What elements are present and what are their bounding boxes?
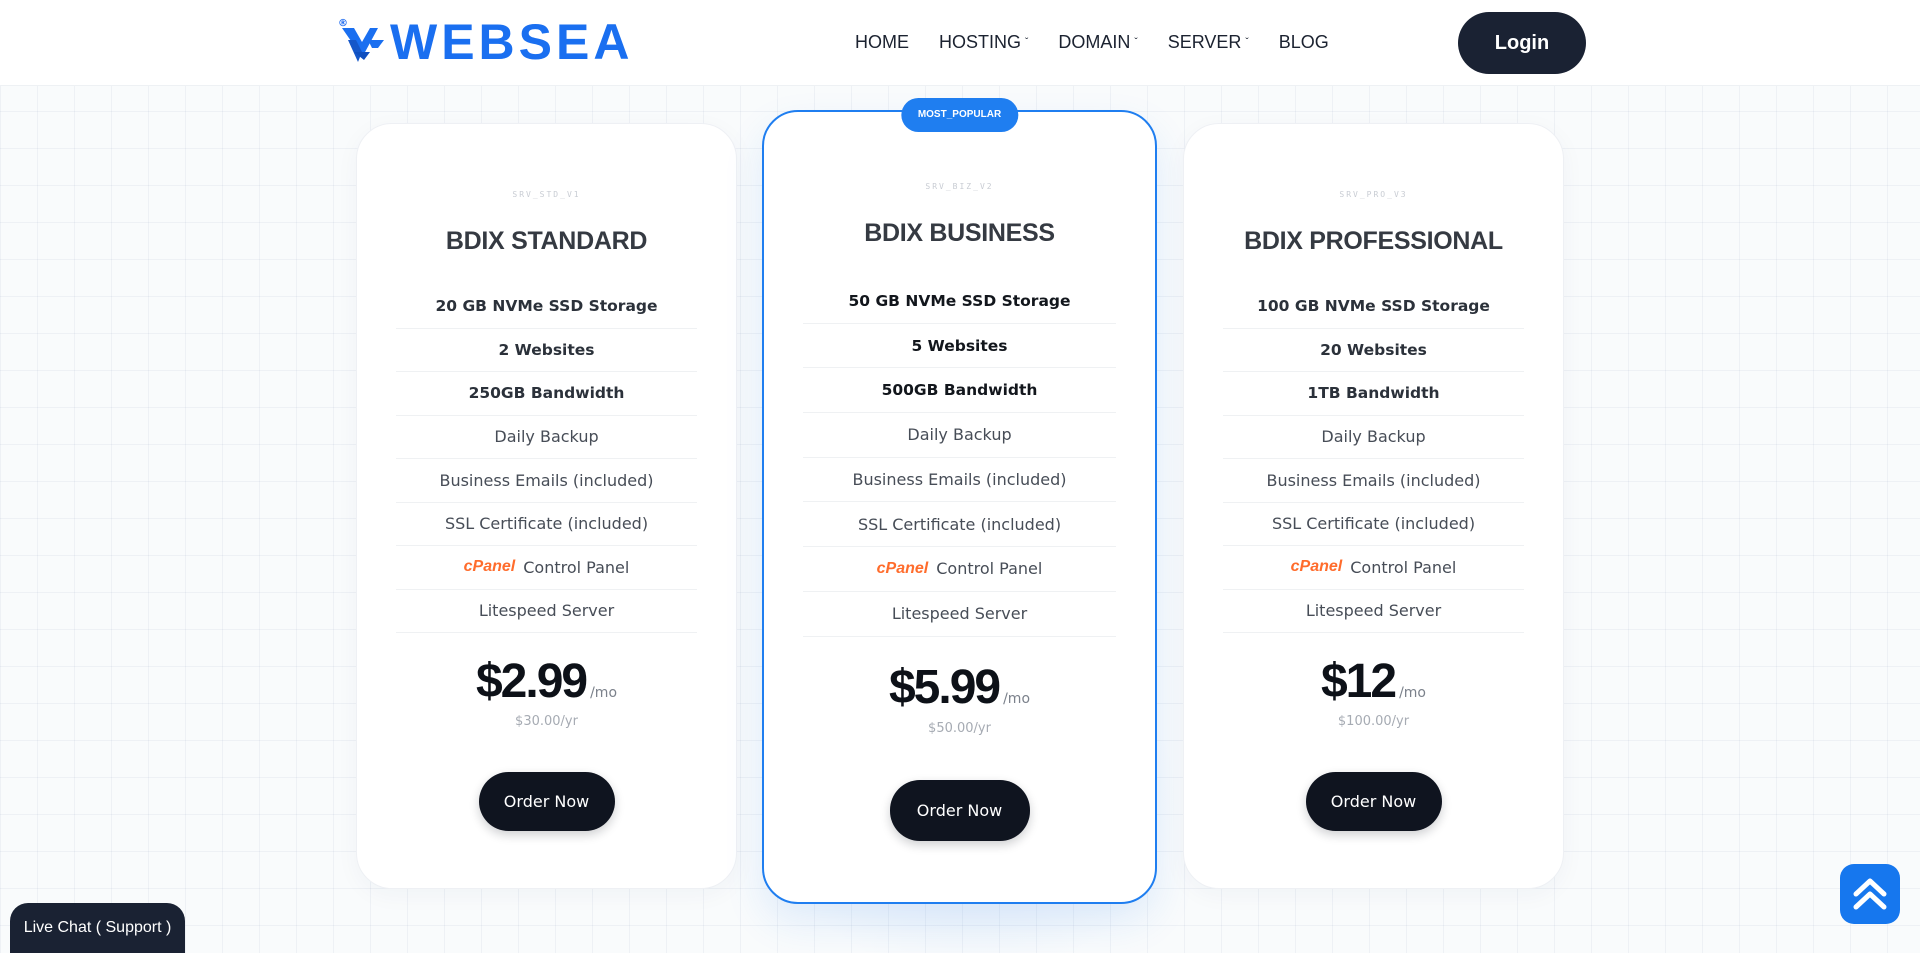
price-period: /mo	[590, 685, 618, 701]
plan-card-business: MOST_POPULAR SRV_BIZ_V2 BDIX BUSINESS 50…	[762, 98, 1157, 904]
feature-item: 20 Websites	[1223, 329, 1524, 372]
plan-title: BDIX BUSINESS	[864, 219, 1055, 247]
plan-card-professional: SRV_PRO_V3 BDIX PROFESSIONAL 100 GB NVMe…	[1183, 123, 1564, 889]
nav-label: HOSTING	[939, 31, 1022, 52]
feature-label: Control Panel	[523, 557, 630, 577]
order-now-button[interactable]: Order Now	[1305, 772, 1442, 831]
chevron-down-icon: ˇ	[1245, 36, 1249, 48]
feature-item-control-panel: cPanel Control Panel	[396, 546, 697, 590]
chevron-down-icon: ˇ	[1134, 36, 1138, 48]
price-row: $5.99 /mo	[764, 660, 1155, 715]
plan-title: BDIX STANDARD	[445, 227, 648, 255]
feature-item-control-panel: cPanel Control Panel	[1223, 546, 1524, 590]
feature-item: 2 Websites	[396, 329, 697, 372]
feature-item: Daily Backup	[1223, 416, 1524, 459]
nav-item-home[interactable]: HOME	[855, 30, 909, 54]
price-row: $12 /mo	[1184, 654, 1563, 709]
nav-label: SERVER	[1167, 31, 1242, 52]
login-button[interactable]: Login	[1458, 12, 1586, 74]
feature-item: SSL Certificate (included)	[1223, 503, 1524, 546]
websea-logo-icon: ®	[338, 18, 388, 66]
registered-mark: ®	[338, 18, 348, 29]
price-yearly: $30.00/yr	[515, 714, 578, 729]
nav-item-domain[interactable]: DOMAIN ˇ	[1058, 30, 1137, 54]
nav-label: HOME	[855, 31, 909, 52]
feature-list: 20 GB NVMe SSD Storage 2 Websites 250GB …	[396, 285, 697, 633]
price-monthly: $12	[1320, 655, 1397, 708]
feature-item: Litespeed Server	[803, 592, 1116, 637]
nav-item-hosting[interactable]: HOSTING ˇ	[939, 30, 1028, 54]
main-nav: HOME HOSTING ˇ DOMAIN ˇ SERVER ˇ BLOG	[855, 30, 1359, 54]
feature-item: 500GB Bandwidth	[803, 368, 1116, 414]
feature-label: Control Panel	[936, 559, 1043, 579]
plan-title: BDIX PROFESSIONAL	[1244, 227, 1503, 255]
price-period: /mo	[1003, 691, 1031, 707]
plan-code: SRV_STD_V1	[512, 190, 581, 199]
live-chat-button[interactable]: Live Chat ( Support )	[10, 903, 185, 953]
top-navbar: ® WEBSEA HOME HOSTING ˇ DOMAIN ˇ SERVER …	[0, 0, 1920, 86]
feature-item: Daily Backup	[803, 413, 1116, 458]
cpanel-logo: cPanel	[463, 558, 516, 576]
most-popular-badge: MOST_POPULAR	[900, 98, 1019, 132]
price-row: $2.99 /mo	[357, 654, 736, 709]
feature-item: 50 GB NVMe SSD Storage	[803, 279, 1116, 324]
brand-name: WEBSEA	[390, 14, 634, 70]
feature-item: 250GB Bandwidth	[396, 372, 697, 416]
feature-item: SSL Certificate (included)	[396, 503, 697, 546]
feature-list: 100 GB NVMe SSD Storage 20 Websites 1TB …	[1223, 285, 1524, 633]
nav-label: BLOG	[1278, 31, 1329, 52]
cpanel-logo: cPanel	[1290, 558, 1343, 576]
feature-list: 50 GB NVMe SSD Storage 5 Websites 500GB …	[803, 279, 1116, 637]
feature-item: 20 GB NVMe SSD Storage	[396, 285, 697, 329]
order-now-button[interactable]: Order Now	[889, 780, 1030, 841]
feature-item-control-panel: cPanel Control Panel	[803, 547, 1116, 592]
price-monthly: $5.99	[888, 661, 1001, 714]
feature-item: Business Emails (included)	[396, 459, 697, 503]
order-now-button[interactable]: Order Now	[478, 772, 615, 831]
feature-item: SSL Certificate (included)	[803, 502, 1116, 548]
chevron-down-icon: ˇ	[1025, 36, 1029, 48]
nav-label: DOMAIN	[1058, 31, 1131, 52]
feature-label: Control Panel	[1350, 557, 1457, 577]
feature-item: Litespeed Server	[396, 590, 697, 633]
price-yearly: $50.00/yr	[928, 721, 991, 736]
feature-item: 100 GB NVMe SSD Storage	[1223, 285, 1524, 329]
feature-item: Daily Backup	[396, 416, 697, 459]
cpanel-logo: cPanel	[876, 559, 929, 577]
feature-item: 1TB Bandwidth	[1223, 372, 1524, 416]
scroll-to-top-button[interactable]	[1840, 864, 1900, 924]
plan-code: SRV_PRO_V3	[1339, 190, 1408, 199]
price-period: /mo	[1399, 685, 1426, 701]
price-monthly: $2.99	[475, 655, 588, 708]
feature-item: 5 Websites	[803, 324, 1116, 369]
plan-code: SRV_BIZ_V2	[925, 182, 994, 191]
price-yearly: $100.00/yr	[1337, 714, 1410, 729]
feature-item: Business Emails (included)	[803, 458, 1116, 503]
nav-item-blog[interactable]: BLOG	[1279, 30, 1329, 54]
nav-item-server[interactable]: SERVER ˇ	[1168, 30, 1249, 54]
feature-item: Business Emails (included)	[1223, 459, 1524, 503]
feature-item: Litespeed Server	[1223, 590, 1524, 633]
double-chevron-up-icon	[1853, 878, 1887, 910]
plan-card-standard: SRV_STD_V1 BDIX STANDARD 20 GB NVMe SSD …	[356, 123, 737, 889]
brand-logo[interactable]: ® WEBSEA	[338, 14, 634, 70]
